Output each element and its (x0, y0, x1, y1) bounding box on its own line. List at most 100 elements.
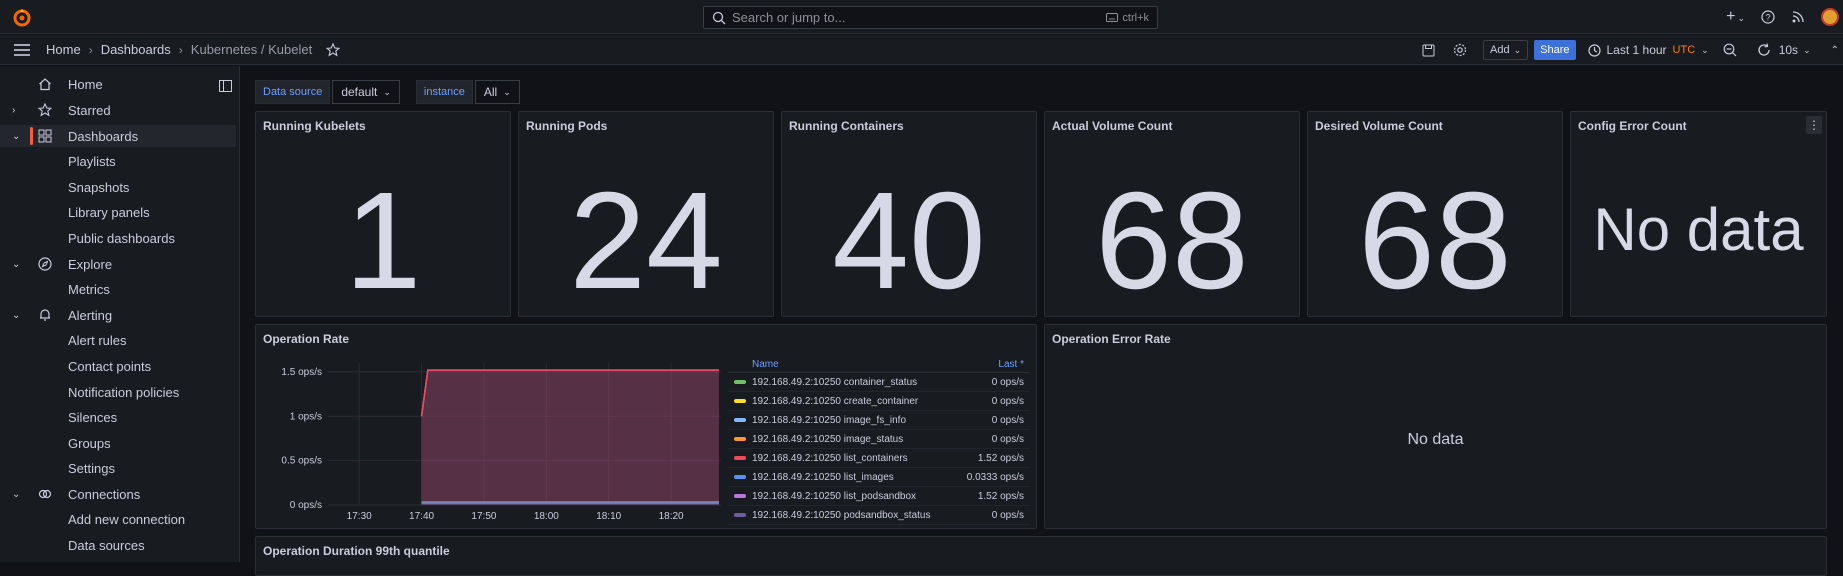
breadcrumb-home[interactable]: Home (46, 42, 81, 57)
search-input[interactable]: Search or jump to... ctrl+k (703, 6, 1158, 29)
explore-compass-icon (38, 257, 52, 271)
legend-row[interactable]: 192.168.49.2:10250 list_containers 1.52 o… (728, 449, 1030, 468)
rss-news-icon[interactable] (1791, 10, 1805, 24)
instance-variable: instance All ⌄ (415, 80, 520, 104)
operation-duration-panel[interactable]: Operation Duration 99th quantile (255, 536, 1827, 576)
series-color-swatch (734, 399, 746, 403)
x-tick-label: 17:50 (471, 511, 496, 522)
operation-rate-legend: Name Last * 192.168.49.2:10250 container… (728, 357, 1030, 525)
series-name: 192.168.49.2:10250 image_status (752, 433, 904, 445)
share-button-label: Share (1540, 44, 1570, 56)
save-icon[interactable] (1422, 44, 1435, 57)
sidebar-item-label: Data sources (68, 537, 145, 553)
operation-error-rate-panel[interactable]: Operation Error Rate No data (1044, 324, 1827, 529)
share-button[interactable]: Share (1534, 40, 1576, 60)
stat-panel-desired-volume-count[interactable]: Desired Volume Count 68 (1307, 111, 1563, 317)
breadcrumb-dashboards[interactable]: Dashboards (101, 42, 171, 57)
menu-toggle-icon[interactable] (14, 43, 30, 57)
series-color-swatch (734, 475, 746, 479)
breadcrumb-current: Kubernetes / Kubelet (190, 42, 313, 57)
stat-panel-running-containers[interactable]: Running Containers 40 (781, 111, 1037, 317)
series-name: 192.168.49.2:10250 list_containers (752, 452, 908, 464)
add-button[interactable]: Add ⌄ (1483, 40, 1529, 60)
sidebar-item-explore[interactable]: ⌄ Explore (0, 253, 236, 275)
sidebar-item-alert-rules[interactable]: Alert rules (0, 329, 236, 351)
sidebar-item-public-dashboards[interactable]: Public dashboards (0, 227, 236, 249)
stat-panel-running-pods[interactable]: Running Pods 24 (518, 111, 774, 317)
legend-row[interactable]: 192.168.49.2:10250 image_status 0 ops/s (728, 430, 1030, 449)
legend-row[interactable]: 192.168.49.2:10250 create_container 0 ops… (728, 392, 1030, 411)
sidebar-item-groups[interactable]: Groups (0, 432, 236, 454)
time-range-picker[interactable]: Last 1 hour UTC ⌄ (1587, 43, 1709, 57)
sidebar-item-add-new-connection[interactable]: Add new connection (0, 508, 236, 530)
sidebar-item-label: Home (68, 76, 103, 92)
datasource-variable-label: Data source (255, 80, 331, 104)
shortcut-label: ctrl+k (1122, 11, 1149, 24)
legend-row[interactable]: 192.168.49.2:10250 image_fs_info 0 ops/s (728, 411, 1030, 430)
sidebar-item-label: Settings (68, 460, 115, 476)
time-range-label: Last 1 hour (1606, 43, 1667, 57)
stat-panel-running-kubelets[interactable]: Running Kubelets 1 (255, 111, 511, 317)
chevron-right-icon[interactable]: › (12, 105, 15, 116)
sidebar-item-playlists[interactable]: Playlists (0, 150, 236, 172)
sidebar-item-label: Snapshots (68, 179, 130, 195)
sidebar-item-snapshots[interactable]: Snapshots (0, 176, 236, 198)
legend-row[interactable]: 192.168.49.2:10250 podsandbox_status 0 op… (728, 506, 1030, 525)
panel-menu-icon[interactable]: ⋮ (1806, 116, 1822, 134)
sidebar-item-settings[interactable]: Settings (0, 457, 236, 479)
chevron-down-icon[interactable]: ⌄ (12, 310, 20, 321)
star-icon[interactable] (326, 42, 341, 57)
user-avatar[interactable] (1821, 8, 1839, 26)
sidebar-item-alerting[interactable]: ⌄ Alerting (0, 304, 236, 326)
panel-title: Operation Error Rate (1052, 332, 1171, 346)
chevron-down-icon[interactable]: ⌄ (12, 259, 20, 270)
refresh-interval-picker[interactable]: 10s ⌄ (1779, 43, 1811, 57)
grafana-logo-icon[interactable] (12, 7, 32, 27)
datasource-select[interactable]: default ⌄ (332, 80, 400, 104)
sidebar-item-home[interactable]: Home (0, 73, 236, 95)
x-tick-label: 18:20 (659, 511, 684, 522)
zoom-out-icon[interactable] (1723, 43, 1737, 57)
sidebar-item-label: Library panels (68, 204, 150, 220)
sidebar-item-notification-policies[interactable]: Notification policies (0, 381, 236, 403)
sidebar-item-label: Playlists (68, 153, 116, 169)
collapse-chevron-up-icon[interactable]: ⌃ (1831, 45, 1839, 56)
sidebar-item-dashboards[interactable]: ⌄ Dashboards (0, 125, 236, 147)
sidebar-item-label: Silences (68, 409, 118, 425)
series-name: 192.168.49.2:10250 image_fs_info (752, 414, 907, 426)
settings-gear-icon[interactable] (1453, 43, 1467, 57)
sidebar-item-metrics[interactable]: Metrics (0, 278, 236, 300)
new-menu-button[interactable]: + ⌄ (1726, 8, 1745, 26)
sidebar-item-data-sources[interactable]: Data sources (0, 534, 236, 556)
legend-row[interactable]: 192.168.49.2:10250 container_status 0 ops… (728, 373, 1030, 392)
y-tick-label: 1 ops/s (290, 411, 322, 422)
sidebar-item-contact-points[interactable]: Contact points (0, 355, 236, 377)
refresh-icon[interactable] (1757, 43, 1771, 57)
legend-row[interactable]: 192.168.49.2:10250 list_podsandbox 1.52 o… (728, 487, 1030, 506)
sidebar-item-label: Alerting (68, 307, 113, 323)
legend-header-name[interactable]: Name (752, 359, 779, 370)
operation-rate-panel[interactable]: Operation Rate 0 ops/s 0.5 ops/s 1 ops/s 1.… (255, 324, 1037, 529)
panel-title: Running Containers (789, 119, 904, 133)
series-last-value: 0 ops/s (991, 414, 1024, 426)
help-icon[interactable]: ? (1761, 10, 1775, 24)
stat-panel-actual-volume-count[interactable]: Actual Volume Count 68 (1044, 111, 1300, 317)
legend-rows: 192.168.49.2:10250 container_status 0 ops… (728, 373, 1030, 525)
series-name: 192.168.49.2:10250 container_status (752, 376, 918, 388)
stat-panel-config-error-count[interactable]: Config Error Count ⋮ No data (1570, 111, 1827, 317)
chevron-down-icon[interactable]: ⌄ (12, 489, 20, 500)
sidebar-item-silences[interactable]: Silences (0, 406, 236, 428)
datasource-variable: Data source default ⌄ (255, 80, 400, 104)
instance-select[interactable]: All ⌄ (474, 80, 520, 104)
series-last-value: 0 ops/s (991, 509, 1024, 521)
legend-header-last[interactable]: Last * (998, 359, 1024, 370)
chevron-down-icon: ⌄ (503, 86, 511, 97)
sidebar-item-connections[interactable]: ⌄ Connections (0, 483, 236, 505)
operation-rate-chart[interactable]: 0 ops/s 0.5 ops/s 1 ops/s 1.5 ops/s 17:30 17:… (256, 355, 726, 527)
sidebar-item-starred[interactable]: › Starred (0, 99, 236, 121)
search-icon (712, 11, 726, 24)
legend-row[interactable]: 192.168.49.2:10250 list_images 0.0333 ops… (728, 468, 1030, 487)
keyboard-icon (1106, 13, 1119, 22)
chevron-down-icon[interactable]: ⌄ (12, 131, 20, 142)
sidebar-item-library-panels[interactable]: Library panels (0, 201, 236, 223)
